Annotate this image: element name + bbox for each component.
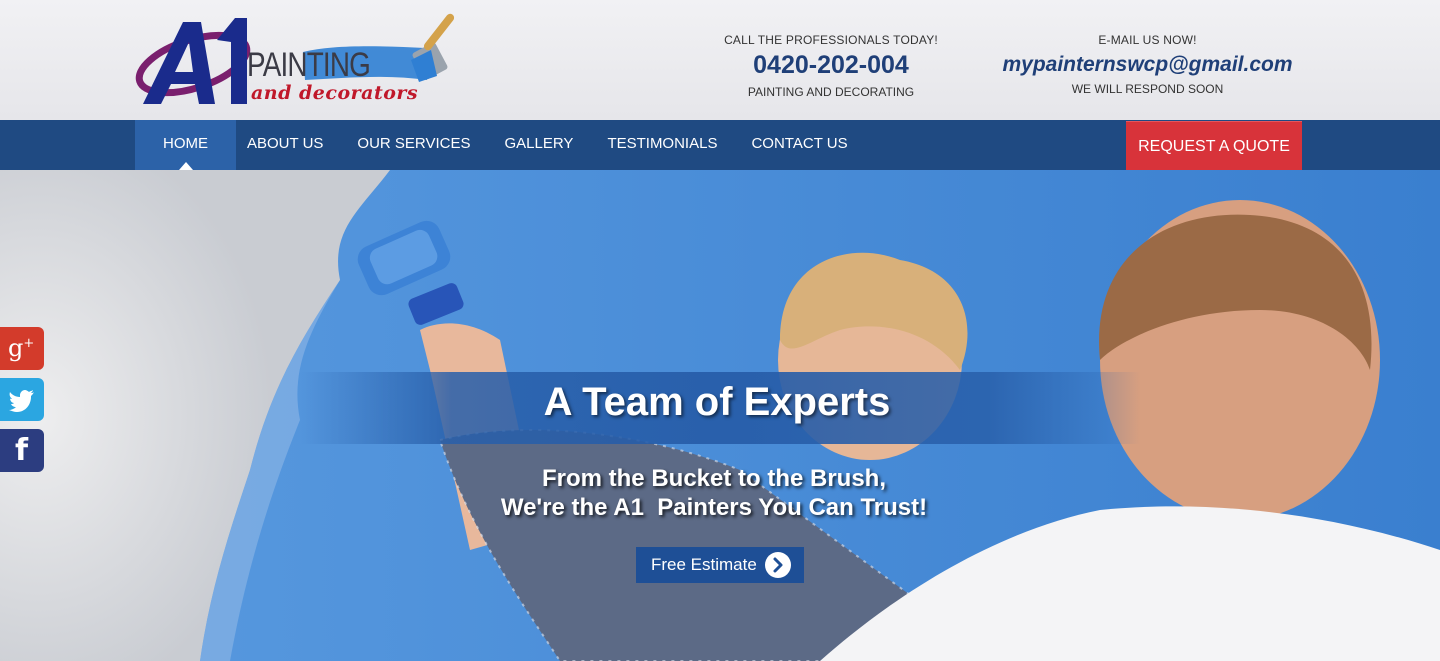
hero-slider: A Team of Experts From the Bucket to the…: [0, 170, 1440, 661]
free-estimate-button[interactable]: Free Estimate: [636, 547, 804, 583]
nav-item-about-us[interactable]: ABOUT US: [236, 120, 340, 170]
google-plus-button[interactable]: g+: [0, 327, 44, 370]
email-contact: E-MAIL US NOW! mypainternswcp@gmail.com …: [1000, 33, 1295, 96]
facebook-icon: f: [15, 433, 29, 468]
hero-subtitle-line-1: From the Bucket to the Brush,: [541, 465, 887, 492]
hero-subtitle: From the Bucket to the Brush, We're the …: [300, 464, 1128, 522]
request-quote-button[interactable]: REQUEST A QUOTE: [1126, 121, 1302, 170]
phone-caption: CALL THE PROFESSIONALS TODAY!: [724, 33, 938, 47]
email-caption: E-MAIL US NOW!: [1098, 33, 1197, 47]
logo-tagline: and decorators: [251, 82, 419, 104]
arrow-right-circle-icon: [765, 552, 791, 578]
nav-item-home[interactable]: HOME: [135, 120, 236, 170]
twitter-icon: [9, 390, 34, 412]
nav-item-our-services[interactable]: OUR SERVICES: [340, 120, 487, 170]
logo-word: PAINTING: [247, 46, 371, 84]
site-logo[interactable]: PAINTING and decorators: [135, 2, 480, 114]
hero-subtitle-line-2: We're the A1 Painters You Can Trust!: [500, 494, 928, 521]
email-address[interactable]: mypainternswcp@gmail.com: [1000, 53, 1295, 77]
phone-contact: CALL THE PROFESSIONALS TODAY! 0420-202-0…: [720, 33, 942, 99]
email-subcaption: WE WILL RESPOND SOON: [1071, 82, 1224, 96]
header: PAINTING and decorators CALL THE PROFESS…: [0, 0, 1440, 120]
nav-item-contact-us[interactable]: CONTACT US: [734, 120, 864, 170]
hero-title: A Team of Experts: [543, 380, 891, 424]
google-plus-icon: g+: [8, 334, 35, 362]
nav-menu: HOME ABOUT US OUR SERVICES GALLERY TESTI…: [135, 120, 865, 170]
phone-number[interactable]: 0420-202-004: [720, 51, 942, 80]
facebook-button[interactable]: f: [0, 429, 44, 472]
twitter-button[interactable]: [0, 378, 44, 421]
nav-item-testimonials[interactable]: TESTIMONIALS: [590, 120, 734, 170]
free-estimate-label: Free Estimate: [651, 555, 757, 574]
nav-item-gallery[interactable]: GALLERY: [488, 120, 591, 170]
phone-subcaption: PAINTING AND DECORATING: [747, 85, 915, 99]
